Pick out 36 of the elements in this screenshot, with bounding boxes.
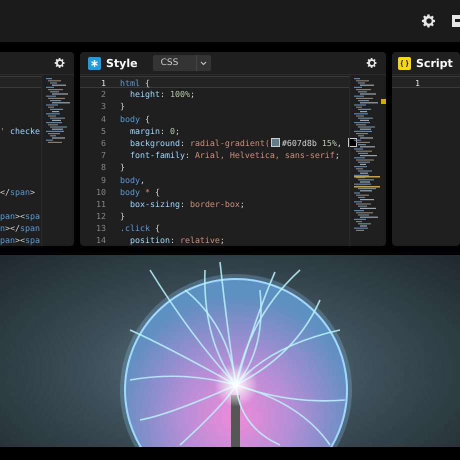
code-line: html { — [120, 77, 150, 88]
code-line: body { — [120, 112, 150, 125]
line-number: 11 — [95, 198, 107, 210]
line-number: 10 — [95, 186, 107, 198]
line-number: 1 — [100, 77, 107, 88]
line-number: 7 — [100, 149, 107, 162]
line-number: 14 — [95, 234, 107, 246]
code-line: pan><spa — [0, 234, 40, 246]
panel-title[interactable]: Script — [416, 56, 453, 70]
panel-title[interactable]: Style — [106, 56, 138, 70]
code-line: position: relative; — [128, 234, 225, 246]
code-line: pan><spa — [0, 210, 40, 222]
code-line: </span> — [0, 186, 35, 198]
line-number: 9 — [100, 174, 107, 186]
code-line: .click { — [120, 222, 160, 234]
code-line: margin: 0; — [128, 124, 180, 137]
line-number: 8 — [100, 161, 107, 174]
code-line: box-sizing: border-box; — [128, 198, 245, 210]
line-number: 1 — [414, 77, 421, 88]
code-line: body * { — [120, 186, 160, 198]
line-number: 2 — [100, 88, 107, 100]
code-line: font-family: Arial, Helvetica, sans-serif; — [128, 149, 340, 162]
code-line: ' checke — [0, 124, 40, 137]
code-line: } — [120, 161, 125, 174]
code-line: height: 100%; — [128, 88, 195, 100]
code-line: } — [120, 210, 125, 222]
line-number: 12 — [95, 210, 107, 222]
line-number: 5 — [100, 124, 107, 137]
code-line: n></span — [0, 222, 40, 234]
code-line: } — [120, 100, 125, 113]
line-number: 3 — [100, 100, 107, 113]
line-number: 6 — [100, 136, 107, 150]
code-line: body, — [120, 174, 145, 186]
language-select[interactable]: CSS — [152, 55, 211, 71]
line-number: 4 — [100, 112, 107, 125]
line-number: 13 — [95, 222, 107, 234]
